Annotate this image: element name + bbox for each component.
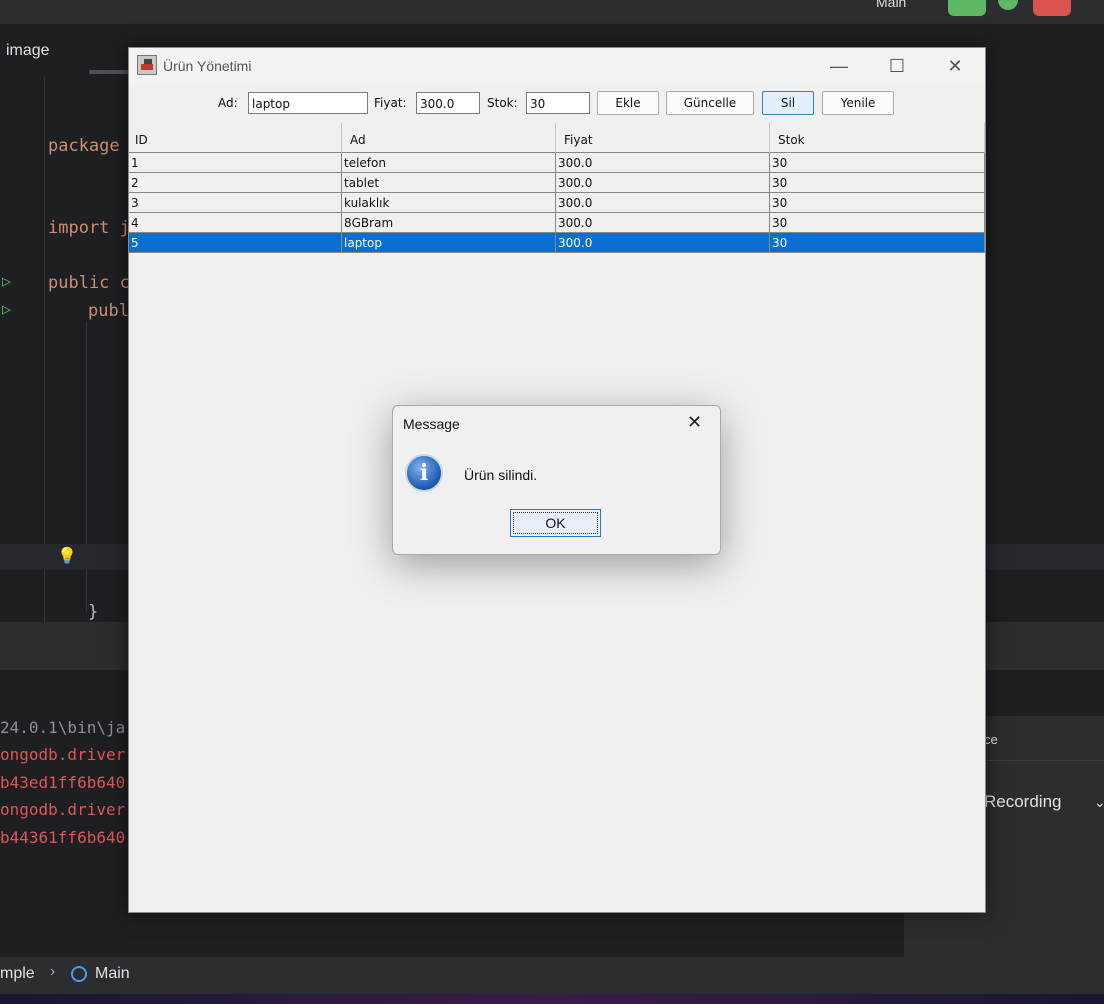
column-header-fiyat[interactable]: Fiyat [556,123,770,153]
breadcrumb-file[interactable]: Main [95,965,130,983]
cell-stok: 30 [770,213,985,233]
console-line: ongodb.driver [0,745,126,764]
run-config-label: Main [876,0,907,10]
cell-id: 5 [129,233,342,253]
ekle-button[interactable]: Ekle [597,91,659,115]
cell-fiyat: 300.0 [556,153,770,173]
breadcrumb-project[interactable]: mple [0,965,35,983]
maximize-icon[interactable]: ☐ [874,48,920,84]
cell-ad: kulaklık [342,193,556,213]
code-line-public-class: public c [48,273,130,293]
guncelle-button[interactable]: Güncelle [666,91,754,115]
divider [984,760,1104,761]
stop-icon[interactable] [1033,0,1071,16]
column-header-ad[interactable]: Ad [342,123,556,153]
cell-id: 1 [129,153,342,173]
console-line: b43ed1ff6b640 [0,773,126,792]
fiyat-label: Fiyat: [374,96,407,110]
cell-ad: laptop [342,233,556,253]
chevron-right-icon: › [50,963,56,980]
close-icon[interactable]: ✕ [687,412,702,433]
table-row[interactable]: 3 kulaklık 300.0 30 [129,193,985,213]
fiyat-field[interactable]: 300.0 [416,92,480,114]
close-icon[interactable]: ✕ [932,48,978,84]
code-line-import: import j [48,218,130,238]
indent-guide [44,76,45,622]
table-row[interactable]: 1 telefon 300.0 30 [129,153,985,173]
cell-fiyat: 300.0 [556,233,770,253]
table-row-selected[interactable]: 5 laptop 300.0 30 [129,233,985,253]
column-header-stok[interactable]: Stok [770,123,985,153]
tab-image[interactable]: image [6,42,50,60]
chevron-down-icon[interactable]: ⌄ [1094,794,1104,811]
run-gutter-icon[interactable]: ▷ [2,300,11,318]
cell-stok: 30 [770,173,985,193]
java-app-icon [137,55,157,75]
cell-stok: 30 [770,233,985,253]
code-line-package: package [48,136,120,156]
console-line: ongodb.driver [0,800,126,819]
cell-stok: 30 [770,153,985,173]
cell-stok: 30 [770,193,985,213]
class-icon [71,966,87,982]
ok-button[interactable]: OK [510,509,601,537]
dialog-title: Message [403,416,460,432]
console-line: 24.0.1\bin\ja [0,718,126,737]
message-dialog: Message ✕ i Ürün silindi. OK [392,405,721,555]
cell-id: 2 [129,173,342,193]
run-config-selector[interactable]: Main [846,0,936,12]
console-line: b44361ff6b640 [0,828,126,847]
panel-item[interactable]: ce [984,732,998,747]
taskbar [0,994,1104,1004]
cell-fiyat: 300.0 [556,193,770,213]
window-title: Ürün Yönetimi [163,58,252,74]
code-line-public-method: publ [88,301,129,321]
yenile-button[interactable]: Yenile [822,91,894,115]
sil-button[interactable]: Sil [762,91,814,115]
cell-id: 4 [129,213,342,233]
ide-top-bar: Main [0,0,1104,24]
closing-brace: } [88,602,99,622]
tab-underline [89,70,129,74]
stok-label: Stok: [487,96,518,110]
table-row[interactable]: 4 8GBram 300.0 30 [129,213,985,233]
form-panel: Ad: laptop Fiyat: 300.0 Stok: 30 Ekle Gü… [129,84,985,122]
cell-fiyat: 300.0 [556,173,770,193]
run-gutter-icon[interactable]: ▷ [2,272,11,290]
cell-fiyat: 300.0 [556,213,770,233]
ad-field[interactable]: laptop [248,92,368,114]
dialog-message: Ürün silindi. [464,467,538,483]
run-icon[interactable] [948,0,986,16]
lightbulb-icon[interactable]: 💡 [57,546,77,565]
stok-field[interactable]: 30 [526,92,590,114]
cell-ad: telefon [342,153,556,173]
recording-label[interactable]: Recording [984,792,1062,812]
cell-id: 3 [129,193,342,213]
app-titlebar[interactable]: Ürün Yönetimi — ☐ ✕ [129,48,985,84]
debug-icon[interactable] [998,0,1018,10]
minimize-icon[interactable]: — [816,48,862,84]
info-icon: i [405,454,443,492]
cell-ad: 8GBram [342,213,556,233]
column-header-id[interactable]: ID [129,123,342,153]
table-row[interactable]: 2 tablet 300.0 30 [129,173,985,193]
cell-ad: tablet [342,173,556,193]
breadcrumb: mple › Main [0,957,1104,994]
ad-label: Ad: [218,96,238,110]
